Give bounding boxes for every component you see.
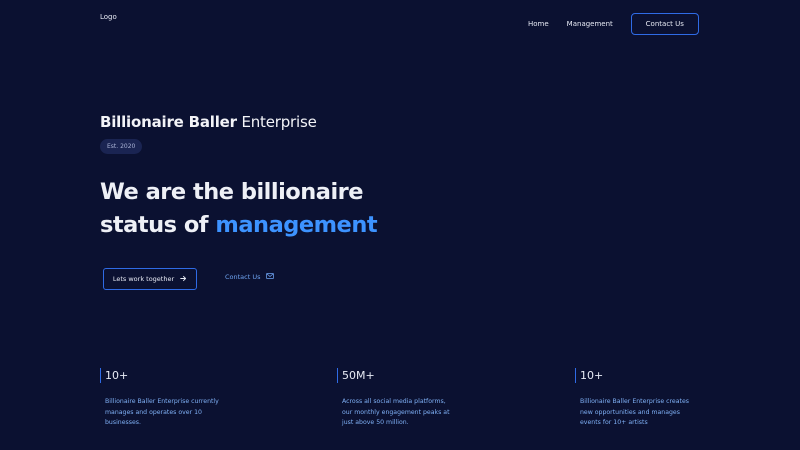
stat-description: Across all social media platforms, our m… xyxy=(337,397,477,429)
stat-description-line: our monthly engagement peaks at xyxy=(342,408,450,416)
contact-us-link[interactable]: Contact Us xyxy=(225,273,274,281)
stat-description: Billionaire Baller Enterprise creates ne… xyxy=(575,397,715,429)
logo[interactable]: Logo xyxy=(100,13,117,21)
arrow-right-icon xyxy=(180,275,187,284)
main-nav: Home Management Contact Us xyxy=(528,13,699,35)
stat-engagement: 50M+ Across all social media platforms, … xyxy=(337,368,477,429)
mail-icon xyxy=(265,273,274,281)
stat-businesses: 10+ Billionaire Baller Enterprise curren… xyxy=(100,368,240,429)
stat-description-line: just above 50 million. xyxy=(342,419,409,426)
brand-name-light: Enterprise xyxy=(241,113,317,131)
stat-description-line: Billionaire Baller Enterprise currently xyxy=(105,398,219,405)
stat-value: 10+ xyxy=(100,368,240,383)
stat-value: 10+ xyxy=(575,368,715,383)
nav-home-link[interactable]: Home xyxy=(528,13,549,35)
stat-description-line: Across all social media platforms, xyxy=(342,398,446,405)
headline-accent: management xyxy=(215,212,378,238)
brand-name-bold: Billionaire Baller xyxy=(100,113,237,131)
brand-name: Billionaire Baller Enterprise xyxy=(100,113,317,131)
contact-us-label: Contact Us xyxy=(225,273,261,281)
stat-description-line: new opportunities and manages xyxy=(580,408,680,416)
stat-description: Billionaire Baller Enterprise currently … xyxy=(100,397,240,429)
hero-headline: We are the billionaire status of managem… xyxy=(100,176,378,242)
stat-description-line: manages and operates over 10 xyxy=(105,408,202,416)
work-together-button[interactable]: Lets work together xyxy=(103,268,197,290)
landing-page: Logo Home Management Contact Us Billiona… xyxy=(0,0,800,450)
headline-line-1: We are the billionaire xyxy=(100,179,364,205)
established-badge: Est. 2020 xyxy=(100,139,143,154)
headline-line-2-prefix: status of xyxy=(100,212,209,238)
stat-description-line: events for 10+ artists xyxy=(580,419,648,426)
stat-description-line: businesses. xyxy=(105,419,141,426)
stat-artists: 10+ Billionaire Baller Enterprise create… xyxy=(575,368,715,429)
work-together-label: Lets work together xyxy=(112,275,175,283)
stat-value: 50M+ xyxy=(337,368,477,383)
stat-description-line: Billionaire Baller Enterprise creates xyxy=(580,398,689,405)
nav-management-link[interactable]: Management xyxy=(567,13,613,35)
nav-contact-button[interactable]: Contact Us xyxy=(630,13,699,35)
